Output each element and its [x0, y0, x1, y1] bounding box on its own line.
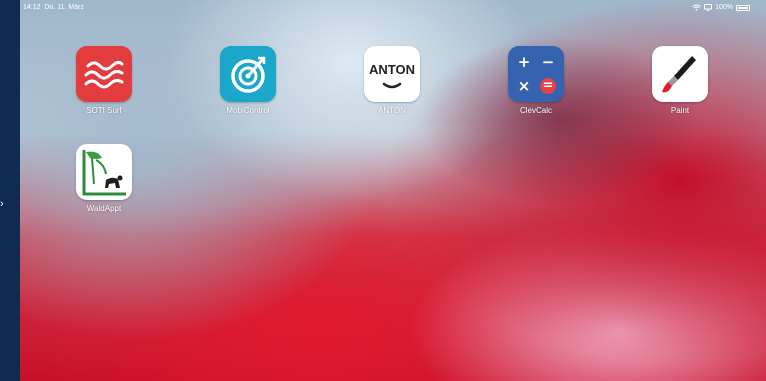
- status-time: 14:12: [23, 4, 41, 11]
- app-soti-surf[interactable]: SOTI Surf: [64, 46, 144, 115]
- app-label-soti-surf: SOTI Surf: [86, 106, 122, 115]
- battery-percent: 100%: [715, 4, 733, 11]
- target-icon: [231, 56, 266, 93]
- smile-icon: [382, 82, 402, 89]
- chevron-right-icon[interactable]: ›: [0, 199, 4, 210]
- minus-icon: −: [541, 53, 555, 71]
- forest-animal-icon: [82, 150, 126, 196]
- app-label-anton: ANTON: [378, 106, 406, 115]
- app-label-paint: Paint: [670, 106, 690, 115]
- waldappt-icon[interactable]: [76, 144, 132, 200]
- app-label-mobicontrol: MobiControl: [226, 106, 270, 115]
- app-anton[interactable]: ANTON ANTON: [352, 46, 432, 115]
- soti-surf-icon[interactable]: [76, 46, 132, 102]
- equals-icon: =: [540, 78, 556, 94]
- ipad-home-screen: 14:12 Do. 11. März 100% SOTI Surf MobiCo…: [20, 0, 766, 381]
- calculator-symbols: + − × =: [514, 52, 558, 96]
- status-indicators: 100%: [692, 4, 750, 11]
- status-date: Do. 11. März: [44, 4, 84, 11]
- app-mobicontrol[interactable]: MobiControl: [208, 46, 288, 115]
- screen-mirroring-icon: [704, 4, 713, 11]
- equals-icon-wrap: =: [538, 76, 558, 96]
- mobicontrol-icon[interactable]: [220, 46, 276, 102]
- paint-brush-icon[interactable]: [652, 46, 708, 102]
- clevcalc-icon[interactable]: + − × =: [508, 46, 564, 102]
- app-waldappt[interactable]: WaldAppt: [64, 144, 144, 213]
- plus-icon: +: [517, 53, 531, 71]
- app-paint[interactable]: Paint: [640, 46, 720, 115]
- app-label-waldappt: WaldAppt: [86, 204, 122, 213]
- app-clevcalc[interactable]: + − × = ClevCalc: [496, 46, 576, 115]
- times-icon: ×: [517, 77, 531, 95]
- battery-icon: [736, 4, 750, 11]
- left-window-frame: ›: [0, 0, 20, 381]
- anton-icon[interactable]: ANTON: [364, 46, 420, 102]
- status-bar: 14:12 Do. 11. März 100%: [20, 0, 766, 16]
- app-label-clevcalc: ClevCalc: [519, 106, 552, 115]
- wifi-icon: [692, 4, 701, 11]
- brush-icon: [662, 56, 696, 93]
- status-time-date: 14:12 Do. 11. März: [23, 4, 84, 11]
- wave-icon: [84, 60, 124, 89]
